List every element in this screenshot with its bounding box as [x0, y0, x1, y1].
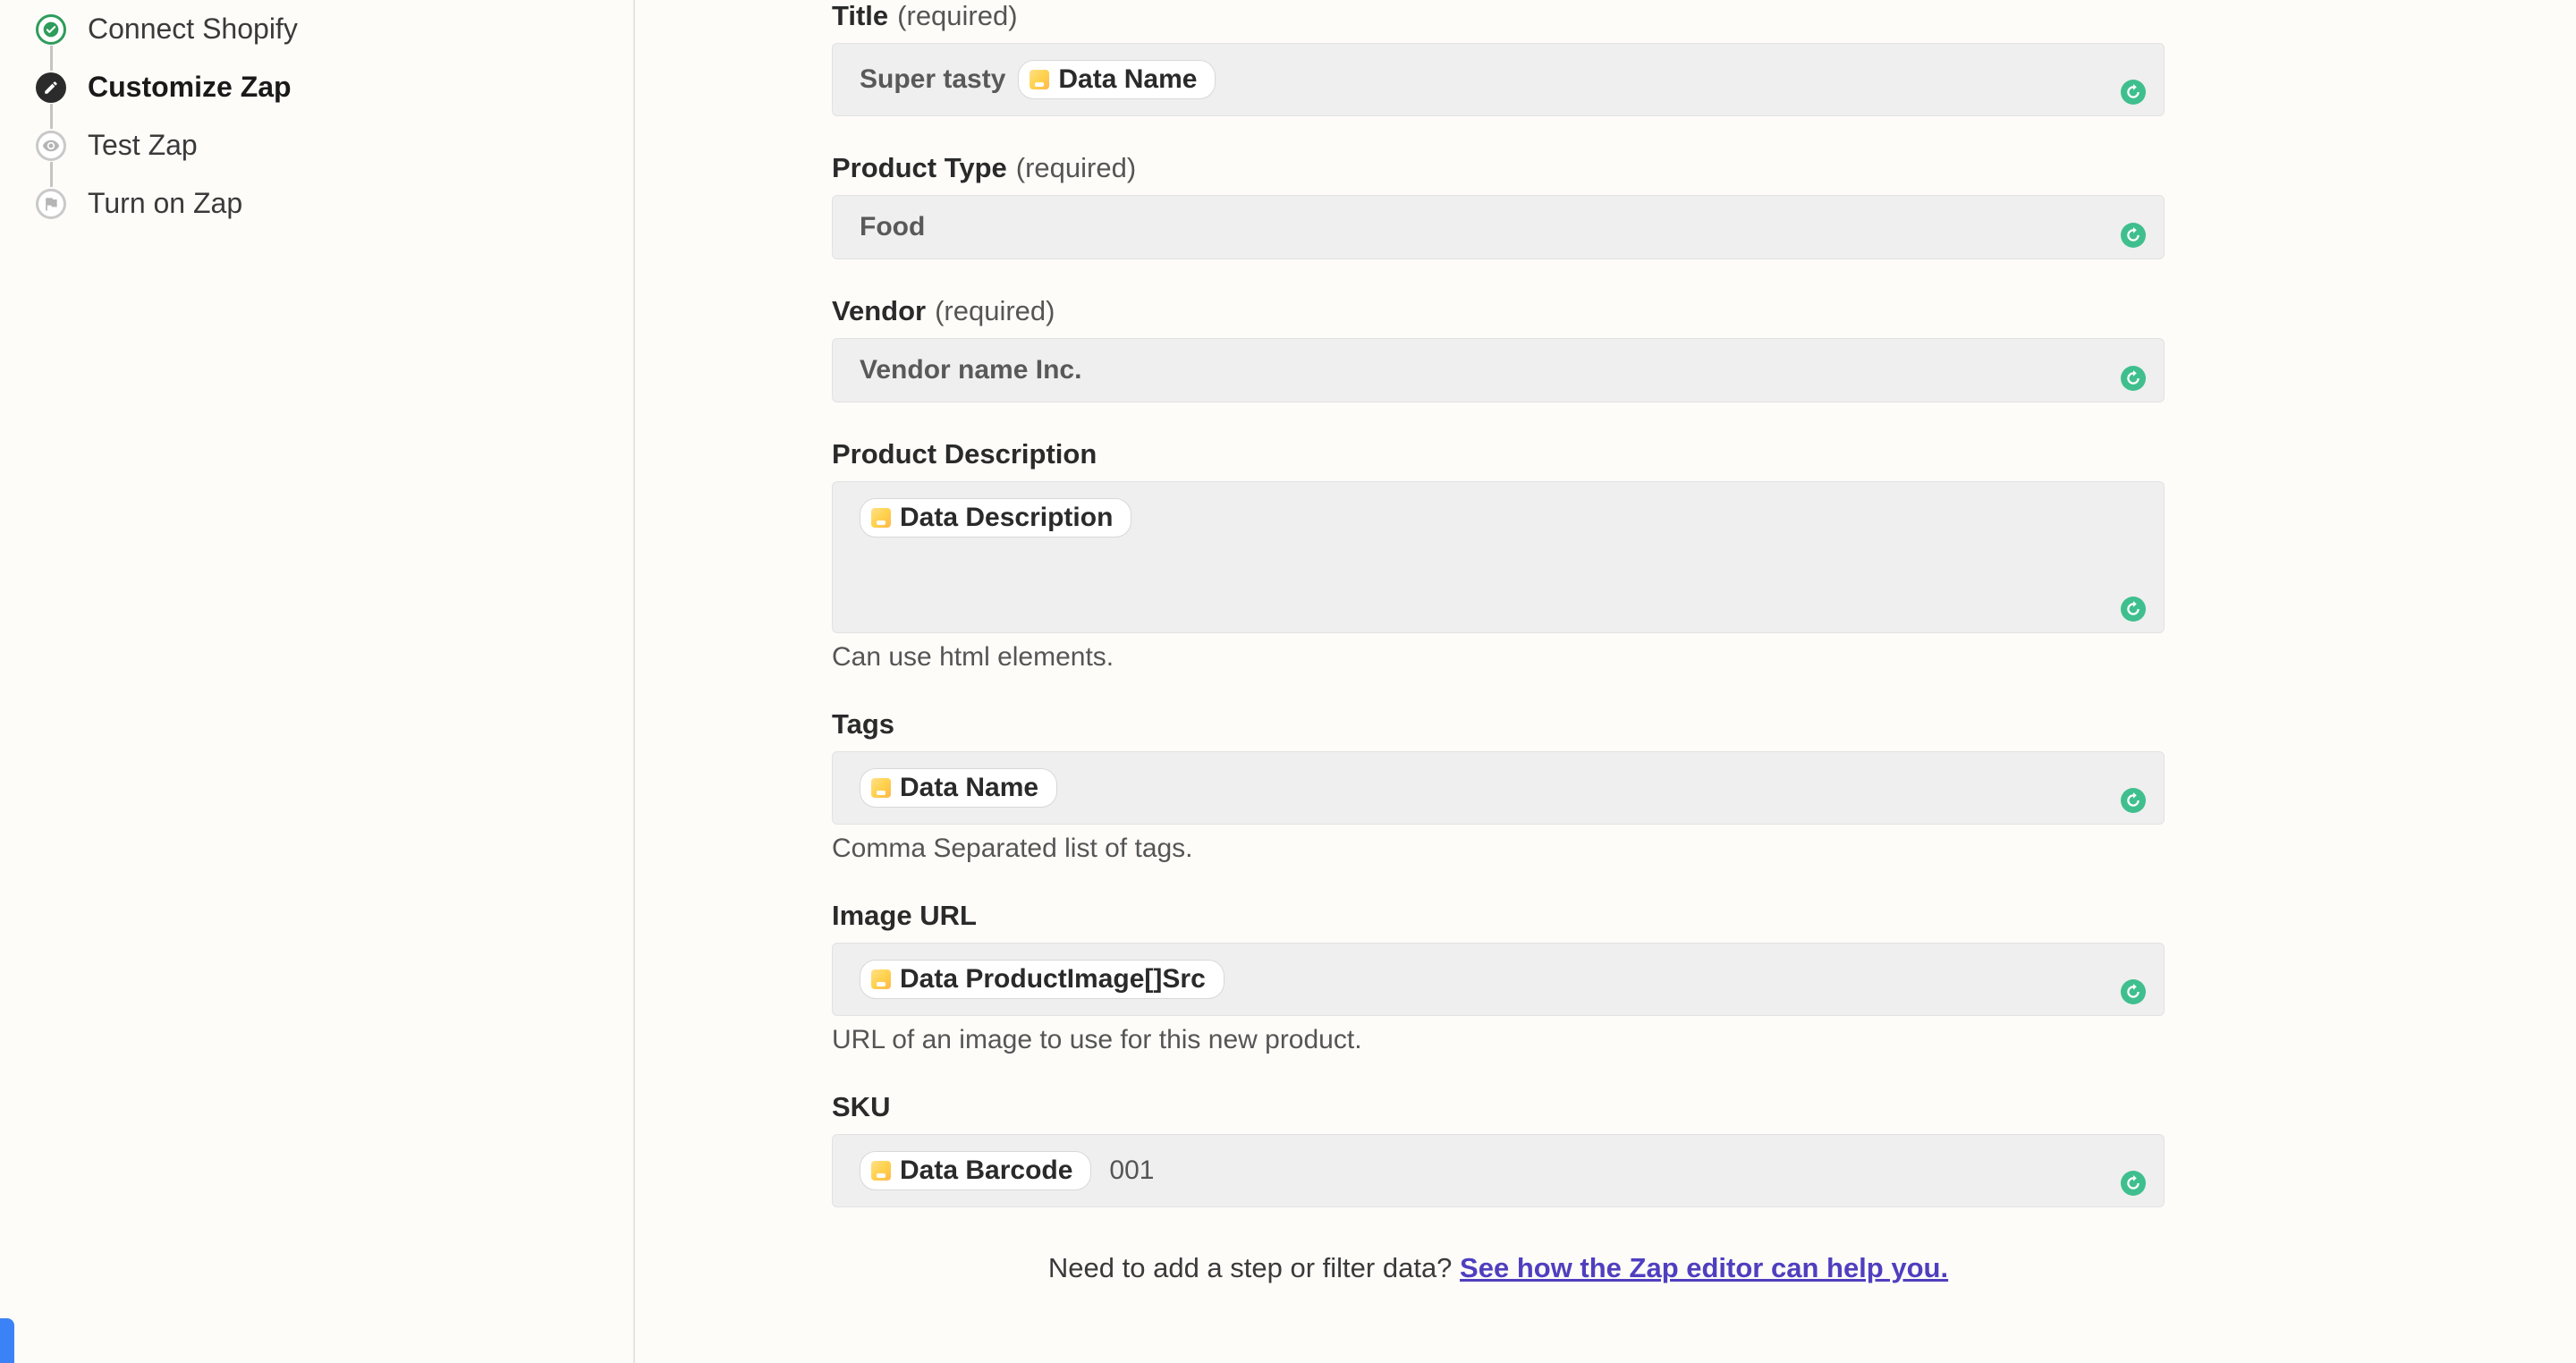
- data-source-icon: [871, 969, 891, 989]
- image-url-input[interactable]: Data ProductImage[]Src: [832, 943, 2165, 1016]
- product-type-text: Food: [860, 212, 925, 242]
- data-token[interactable]: Data Description: [860, 498, 1131, 538]
- field-product-type: Product Type (required) Food: [832, 152, 2165, 259]
- step-list: Connect Shopify Customize Zap Test Zap: [36, 0, 597, 233]
- product-type-input[interactable]: Food: [832, 195, 2165, 259]
- step-customize-zap[interactable]: Customize Zap: [36, 58, 597, 116]
- main-form: Title (required) Super tasty Data Name P…: [635, 0, 2576, 1363]
- grammarly-icon[interactable]: [2121, 366, 2146, 391]
- grammarly-icon[interactable]: [2121, 979, 2146, 1004]
- step-label: Turn on Zap: [88, 187, 242, 220]
- footer-help: Need to add a step or filter data? See h…: [832, 1252, 2165, 1284]
- helper-text: Comma Separated list of tags.: [832, 834, 2165, 864]
- step-connect-shopify[interactable]: Connect Shopify: [36, 0, 597, 58]
- step-test-zap[interactable]: Test Zap: [36, 116, 597, 174]
- field-label: Vendor (required): [832, 295, 2165, 327]
- data-source-icon: [871, 1161, 891, 1181]
- grammarly-icon[interactable]: [2121, 80, 2146, 105]
- step-turn-on-zap[interactable]: Turn on Zap: [36, 174, 597, 233]
- field-label: Product Description: [832, 438, 2165, 470]
- data-source-icon: [1030, 70, 1049, 89]
- data-token[interactable]: Data Barcode: [860, 1151, 1091, 1190]
- grammarly-icon[interactable]: [2121, 597, 2146, 622]
- title-input[interactable]: Super tasty Data Name: [832, 43, 2165, 116]
- grammarly-icon[interactable]: [2121, 1171, 2146, 1196]
- sku-input[interactable]: Data Barcode 001: [832, 1134, 2165, 1207]
- step-label: Connect Shopify: [88, 13, 298, 46]
- zap-editor-help-link[interactable]: See how the Zap editor can help you.: [1460, 1252, 1948, 1283]
- sku-trailing: 001: [1109, 1156, 1154, 1186]
- field-description: Product Description Data Description Can…: [832, 438, 2165, 673]
- field-label: SKU: [832, 1091, 2165, 1123]
- data-token[interactable]: Data ProductImage[]Src: [860, 960, 1224, 999]
- helper-text: URL of an image to use for this new prod…: [832, 1025, 2165, 1055]
- step-label: Customize Zap: [88, 71, 292, 104]
- check-icon: [36, 14, 66, 45]
- field-sku: SKU Data Barcode 001: [832, 1091, 2165, 1207]
- field-label: Tags: [832, 708, 2165, 741]
- field-tags: Tags Data Name Comma Separated list of t…: [832, 708, 2165, 864]
- data-source-icon: [871, 778, 891, 798]
- grammarly-icon[interactable]: [2121, 223, 2146, 248]
- data-token[interactable]: Data Name: [1018, 60, 1216, 99]
- field-label: Image URL: [832, 900, 2165, 932]
- field-vendor: Vendor (required) Vendor name Inc.: [832, 295, 2165, 402]
- field-image-url: Image URL Data ProductImage[]Src URL of …: [832, 900, 2165, 1055]
- step-label: Test Zap: [88, 129, 198, 162]
- description-input[interactable]: Data Description: [832, 481, 2165, 633]
- field-label: Title (required): [832, 0, 2165, 32]
- pencil-icon: [36, 72, 66, 103]
- tags-input[interactable]: Data Name: [832, 751, 2165, 825]
- data-token[interactable]: Data Name: [860, 768, 1057, 808]
- field-title: Title (required) Super tasty Data Name: [832, 0, 2165, 116]
- flag-icon: [36, 189, 66, 219]
- grammarly-icon[interactable]: [2121, 788, 2146, 813]
- vendor-input[interactable]: Vendor name Inc.: [832, 338, 2165, 402]
- field-label: Product Type (required): [832, 152, 2165, 184]
- vendor-text: Vendor name Inc.: [860, 355, 1081, 385]
- helper-text: Can use html elements.: [832, 642, 2165, 673]
- sidebar: Connect Shopify Customize Zap Test Zap: [0, 0, 635, 1363]
- edge-indicator: [0, 1318, 14, 1363]
- title-text: Super tasty: [860, 64, 1005, 95]
- data-source-icon: [871, 508, 891, 528]
- eye-icon: [36, 131, 66, 161]
